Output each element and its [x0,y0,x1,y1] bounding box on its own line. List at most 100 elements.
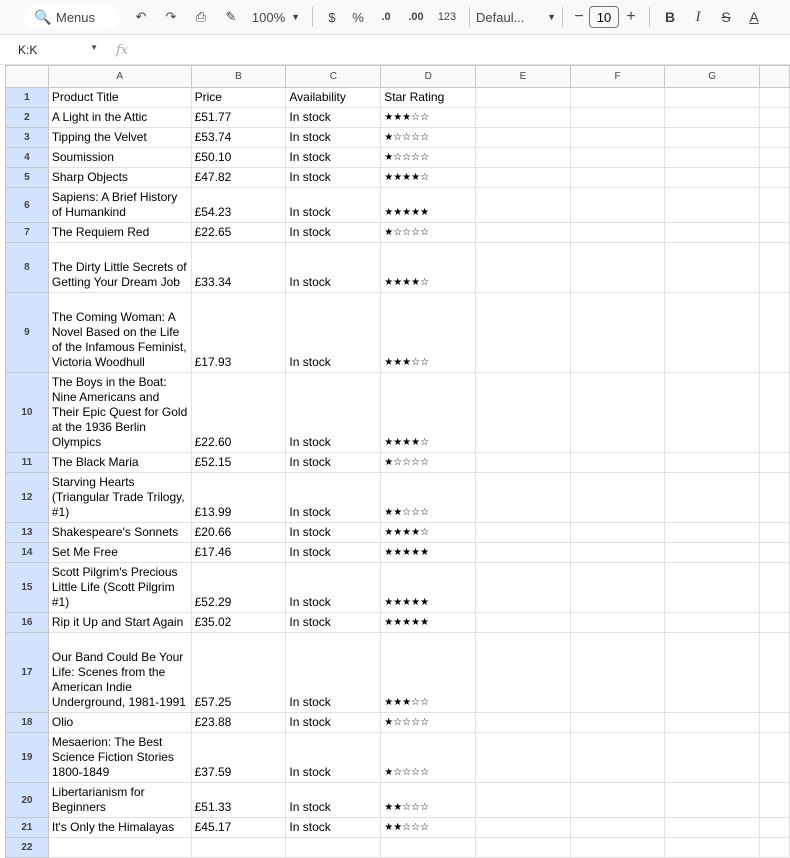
row-header[interactable]: 5 [5,167,49,188]
empty-cell[interactable] [475,472,571,523]
empty-cell[interactable] [475,147,571,168]
cell-availability[interactable]: In stock [285,292,382,373]
cell-star-rating[interactable]: ★☆☆☆☆ [380,452,477,473]
cell-product-title[interactable]: Tipping the Velvet [47,127,192,148]
column-header-a[interactable]: A [47,65,192,88]
cell-availability[interactable]: In stock [285,222,382,243]
cell-star-rating[interactable]: ★★★★★ [380,542,477,563]
empty-cell[interactable] [569,562,666,613]
empty-cell[interactable] [569,242,666,293]
empty-cell[interactable] [569,612,666,633]
name-box[interactable]: K:K ▼ [18,43,98,57]
row-header[interactable]: 6 [5,187,49,223]
row-header[interactable]: 4 [5,147,49,168]
empty-cell[interactable] [664,632,761,713]
empty-cell[interactable] [475,452,571,473]
cell-price[interactable]: £17.46 [190,542,287,563]
empty-cell[interactable] [475,522,571,543]
font-size-input[interactable]: 10 [589,6,619,28]
column-header-f[interactable]: F [569,65,666,88]
cell-product-title[interactable]: The Black Maria [47,452,192,473]
empty-cell[interactable] [569,222,666,243]
cell-product-title[interactable]: Starving Hearts (Triangular Trade Trilog… [47,472,192,523]
cell-price[interactable]: £52.15 [190,452,287,473]
text-color-button[interactable]: A [740,5,768,29]
cell-product-title[interactable] [47,837,192,858]
cell-price[interactable]: £37.59 [190,732,287,783]
cell-price[interactable]: £51.77 [190,107,287,128]
cell-product-title[interactable]: It's Only the Himalayas [47,817,192,838]
cell-price[interactable]: £50.10 [190,147,287,168]
cell-price[interactable]: £20.66 [190,522,287,543]
cell-availability[interactable]: In stock [285,107,382,128]
redo-icon[interactable]: ↷ [156,5,186,29]
empty-cell[interactable] [664,562,761,613]
empty-cell[interactable] [759,292,790,373]
empty-cell[interactable] [475,817,571,838]
cell-availability[interactable]: In stock [285,612,382,633]
column-header-g[interactable]: G [664,65,761,88]
cell-product-title[interactable]: Libertarianism for Beginners [47,782,192,818]
cell-availability[interactable]: In stock [285,187,382,223]
cell-product-title[interactable]: Rip it Up and Start Again [47,612,192,633]
cell-availability[interactable]: In stock [285,732,382,783]
empty-cell[interactable] [475,612,571,633]
empty-cell[interactable] [475,107,571,128]
cell-price[interactable]: £23.88 [190,712,287,733]
cell-availability[interactable]: In stock [285,167,382,188]
cell-availability[interactable]: In stock [285,782,382,818]
empty-cell[interactable] [759,542,790,563]
cell-availability[interactable]: In stock [285,542,382,563]
empty-cell[interactable] [569,127,666,148]
cell-availability[interactable]: In stock [285,817,382,838]
empty-cell[interactable] [759,452,790,473]
row-header[interactable]: 12 [5,472,49,523]
currency-button[interactable]: $ [319,5,345,29]
cell-availability[interactable]: In stock [285,372,382,453]
cell-product-title[interactable]: Scott Pilgrim's Precious Little Life (Sc… [47,562,192,613]
empty-cell[interactable] [664,522,761,543]
empty-cell[interactable] [475,837,571,858]
cell-star-rating[interactable]: Star Rating [380,87,477,108]
empty-cell[interactable] [664,222,761,243]
cell-star-rating[interactable]: ★★★★★ [380,187,477,223]
empty-cell[interactable] [664,127,761,148]
cell-product-title[interactable]: The Coming Woman: A Novel Based on the L… [47,292,192,373]
cell-availability[interactable] [285,837,382,858]
number-format-button[interactable]: 123 [431,5,463,29]
empty-cell[interactable] [759,372,790,453]
bold-button[interactable]: B [656,5,684,29]
empty-cell[interactable] [475,167,571,188]
empty-cell[interactable] [759,167,790,188]
row-header[interactable]: 10 [5,372,49,453]
row-header[interactable]: 3 [5,127,49,148]
empty-cell[interactable] [759,837,790,858]
empty-cell[interactable] [759,87,790,108]
cell-star-rating[interactable]: ★☆☆☆☆ [380,127,477,148]
cell-price[interactable]: £33.34 [190,242,287,293]
empty-cell[interactable] [759,632,790,713]
select-all-corner[interactable] [5,65,49,88]
cell-product-title[interactable]: The Boys in the Boat: Nine Americans and… [47,372,192,453]
empty-cell[interactable] [759,222,790,243]
empty-cell[interactable] [475,242,571,293]
cell-product-title[interactable]: The Requiem Red [47,222,192,243]
column-header-partial[interactable] [759,65,790,88]
cell-star-rating[interactable] [380,837,477,858]
empty-cell[interactable] [569,372,666,453]
row-header[interactable]: 2 [5,107,49,128]
cell-price[interactable]: £47.82 [190,167,287,188]
empty-cell[interactable] [569,542,666,563]
cell-availability[interactable]: In stock [285,562,382,613]
cell-price[interactable]: £53.74 [190,127,287,148]
row-header[interactable]: 9 [5,292,49,373]
empty-cell[interactable] [664,147,761,168]
cell-star-rating[interactable]: ★★☆☆☆ [380,817,477,838]
empty-cell[interactable] [475,127,571,148]
cell-product-title[interactable]: Sharp Objects [47,167,192,188]
cell-availability[interactable]: In stock [285,712,382,733]
row-header[interactable]: 21 [5,817,49,838]
paint-format-icon[interactable]: ✎ [216,5,246,29]
percent-button[interactable]: % [345,5,371,29]
empty-cell[interactable] [569,187,666,223]
